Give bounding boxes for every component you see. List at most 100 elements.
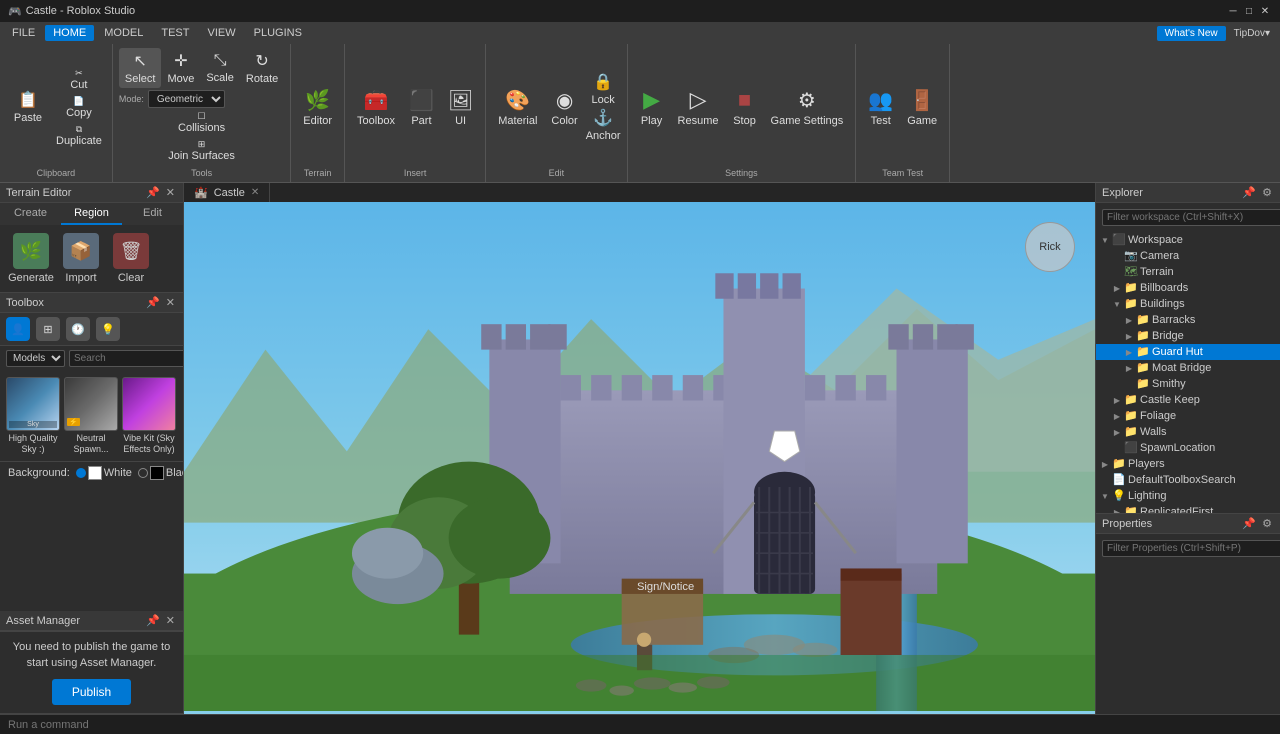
- models-selector[interactable]: Models: [6, 350, 65, 367]
- explorer-settings[interactable]: ⚙: [1260, 186, 1274, 199]
- menu-file[interactable]: FILE: [4, 25, 43, 41]
- model-item-vibe[interactable]: Vibe Kit (Sky Effects Only): [122, 377, 176, 455]
- toolbox-tab-favorites[interactable]: 💡: [96, 317, 120, 341]
- material-button[interactable]: 🎨 Material: [492, 85, 543, 130]
- collisions-button[interactable]: ☐ Collisions: [119, 109, 284, 136]
- ui-button[interactable]: 🖼 UI: [442, 85, 479, 130]
- tree-guard-hut[interactable]: ▶ 📁 Guard Hut: [1096, 344, 1280, 360]
- team-test-button[interactable]: 👥 Test: [862, 85, 899, 130]
- terrain-tool-clear[interactable]: 🗑 Clear: [108, 233, 154, 284]
- exit-game-button[interactable]: 🚪 Game: [901, 85, 943, 130]
- asset-manager-pin[interactable]: 📌: [144, 614, 162, 627]
- explorer-pin[interactable]: 📌: [1240, 186, 1258, 199]
- menu-plugins[interactable]: PLUGINS: [246, 25, 310, 41]
- toolbox-search-input[interactable]: [69, 350, 183, 367]
- tree-default-toolbox[interactable]: 📄 DefaultToolboxSearch: [1096, 472, 1280, 488]
- tree-lighting[interactable]: ▼ 💡 Lighting: [1096, 488, 1280, 504]
- terrain-tab-edit[interactable]: Edit: [122, 203, 183, 225]
- terrain-editor-close[interactable]: ✕: [164, 186, 177, 199]
- tree-terrain[interactable]: 🗺 Terrain: [1096, 264, 1280, 280]
- terrain-tool-generate[interactable]: 🌿 Generate: [8, 233, 54, 284]
- explorer-filter-input[interactable]: [1102, 209, 1280, 226]
- menu-test[interactable]: TEST: [153, 25, 197, 41]
- properties-pin[interactable]: 📌: [1240, 517, 1258, 530]
- tree-camera[interactable]: 📷 Camera: [1096, 248, 1280, 264]
- menu-view[interactable]: VIEW: [199, 25, 243, 41]
- move-button[interactable]: ✛ Move: [161, 48, 200, 88]
- duplicate-button[interactable]: ⧉ Duplicate: [52, 122, 106, 149]
- viewport-tab-castle[interactable]: 🏰 Castle ✕: [184, 183, 270, 202]
- asset-manager-close[interactable]: ✕: [164, 614, 177, 627]
- toolbox-tab-models[interactable]: 👤: [6, 317, 30, 341]
- close-button[interactable]: ✕: [1258, 4, 1272, 18]
- bg-black-option[interactable]: Black: [138, 466, 183, 480]
- properties-actions: 📌 ⚙: [1240, 517, 1274, 530]
- copy-button[interactable]: 📄 Copy: [52, 94, 106, 121]
- toolbox-header: Toolbox 📌 ✕: [0, 293, 183, 313]
- tree-walls[interactable]: ▶ 📁 Walls: [1096, 424, 1280, 440]
- tree-billboards[interactable]: ▶ 📁 Billboards: [1096, 280, 1280, 296]
- properties-settings[interactable]: ⚙: [1260, 517, 1274, 530]
- select-button[interactable]: ↖ Select: [119, 48, 162, 88]
- play-button[interactable]: ▶ Play: [634, 84, 670, 130]
- paste-button[interactable]: 📋 Paste: [6, 87, 50, 127]
- color-button[interactable]: ◉ Color: [545, 85, 583, 130]
- part-button[interactable]: ⬛ Part: [403, 85, 440, 130]
- terrain-editor-button[interactable]: 🌿 Editor: [297, 85, 338, 130]
- bg-white-option[interactable]: White: [76, 466, 132, 480]
- model-thumb-high-quality: Sky: [6, 377, 60, 431]
- stop-button[interactable]: ■ Stop: [727, 84, 763, 130]
- command-input[interactable]: [8, 719, 208, 731]
- color-icon: ◉: [556, 88, 573, 113]
- join-surfaces-button[interactable]: ⊞ Join Surfaces: [119, 137, 284, 164]
- toolbox-button[interactable]: 🧰 Toolbox: [351, 85, 401, 130]
- model-item-neutral[interactable]: ⚡ Neutral Spawn...: [64, 377, 118, 455]
- properties-filter-input[interactable]: [1102, 540, 1280, 557]
- user-profile[interactable]: TipDov▾: [1228, 28, 1276, 39]
- rotate-button[interactable]: ↻ Rotate: [240, 48, 284, 88]
- foliage-arrow: ▶: [1112, 412, 1122, 421]
- tree-replicated-first[interactable]: ▶ 📁 ReplicatedFirst: [1096, 504, 1280, 513]
- viewport-tab-close[interactable]: ✕: [251, 187, 259, 198]
- navigator-compass[interactable]: Rick: [1025, 222, 1075, 272]
- tree-moat-bridge[interactable]: ▶ 📁 Moat Bridge: [1096, 360, 1280, 376]
- camera-icon: 📷: [1124, 249, 1138, 263]
- tree-spawn-location[interactable]: ⬛ SpawnLocation: [1096, 440, 1280, 456]
- cut-button[interactable]: ✂ Cut: [52, 66, 106, 93]
- asset-manager-message: You need to publish the game to start us…: [8, 640, 175, 671]
- tree-bridge[interactable]: ▶ 📁 Bridge: [1096, 328, 1280, 344]
- terrain-editor-pin[interactable]: 📌: [144, 186, 162, 199]
- castle-scene[interactable]: Sign/Notice: [184, 202, 1095, 711]
- whats-new-button[interactable]: What's New: [1157, 26, 1226, 41]
- tree-players[interactable]: ▶ 📁 Players: [1096, 456, 1280, 472]
- terrain-tool-import[interactable]: 📦 Import: [58, 233, 104, 284]
- tree-foliage[interactable]: ▶ 📁 Foliage: [1096, 408, 1280, 424]
- terrain-tab-create[interactable]: Create: [0, 203, 61, 225]
- resume-button[interactable]: ▷ Resume: [672, 84, 725, 130]
- toolbox-icon: 🧰: [364, 88, 389, 113]
- terrain-tab-region[interactable]: Region: [61, 203, 122, 225]
- players-icon: 📁: [1112, 457, 1126, 471]
- model-item-high-quality[interactable]: Sky High Quality Sky :): [6, 377, 60, 455]
- menu-home[interactable]: HOME: [45, 25, 94, 41]
- tree-smithy[interactable]: 📁 Smithy: [1096, 376, 1280, 392]
- toolbox-close[interactable]: ✕: [164, 296, 177, 309]
- lock-button[interactable]: 🔒 Lock ⚓ Anchor: [586, 72, 621, 142]
- tree-workspace[interactable]: ▼ ⬛ Workspace: [1096, 232, 1280, 248]
- toolbox-tab-recent[interactable]: 🕐: [66, 317, 90, 341]
- tree-barracks[interactable]: ▶ 📁 Barracks: [1096, 312, 1280, 328]
- tree-castle-keep[interactable]: ▶ 📁 Castle Keep: [1096, 392, 1280, 408]
- scale-button[interactable]: ⤡ Scale: [200, 49, 240, 87]
- maximize-button[interactable]: □: [1242, 4, 1256, 18]
- lighting-label: Lighting: [1128, 490, 1167, 502]
- toolbar: 📋 Paste ✂ Cut 📄 Copy ⧉ Duplicate Clipboa…: [0, 44, 1280, 183]
- spawn-icon: ⬛: [1124, 441, 1138, 455]
- tools-label: Tools: [119, 168, 284, 178]
- minimize-button[interactable]: ─: [1226, 4, 1240, 18]
- tree-buildings[interactable]: ▼ 📁 Buildings: [1096, 296, 1280, 312]
- menu-model[interactable]: MODEL: [96, 25, 151, 41]
- game-settings-button[interactable]: ⚙ Game Settings: [765, 85, 850, 130]
- mode-selector[interactable]: Geometric: [148, 90, 225, 108]
- toolbox-pin[interactable]: 📌: [144, 296, 162, 309]
- toolbox-tab-grid[interactable]: ⊞: [36, 317, 60, 341]
